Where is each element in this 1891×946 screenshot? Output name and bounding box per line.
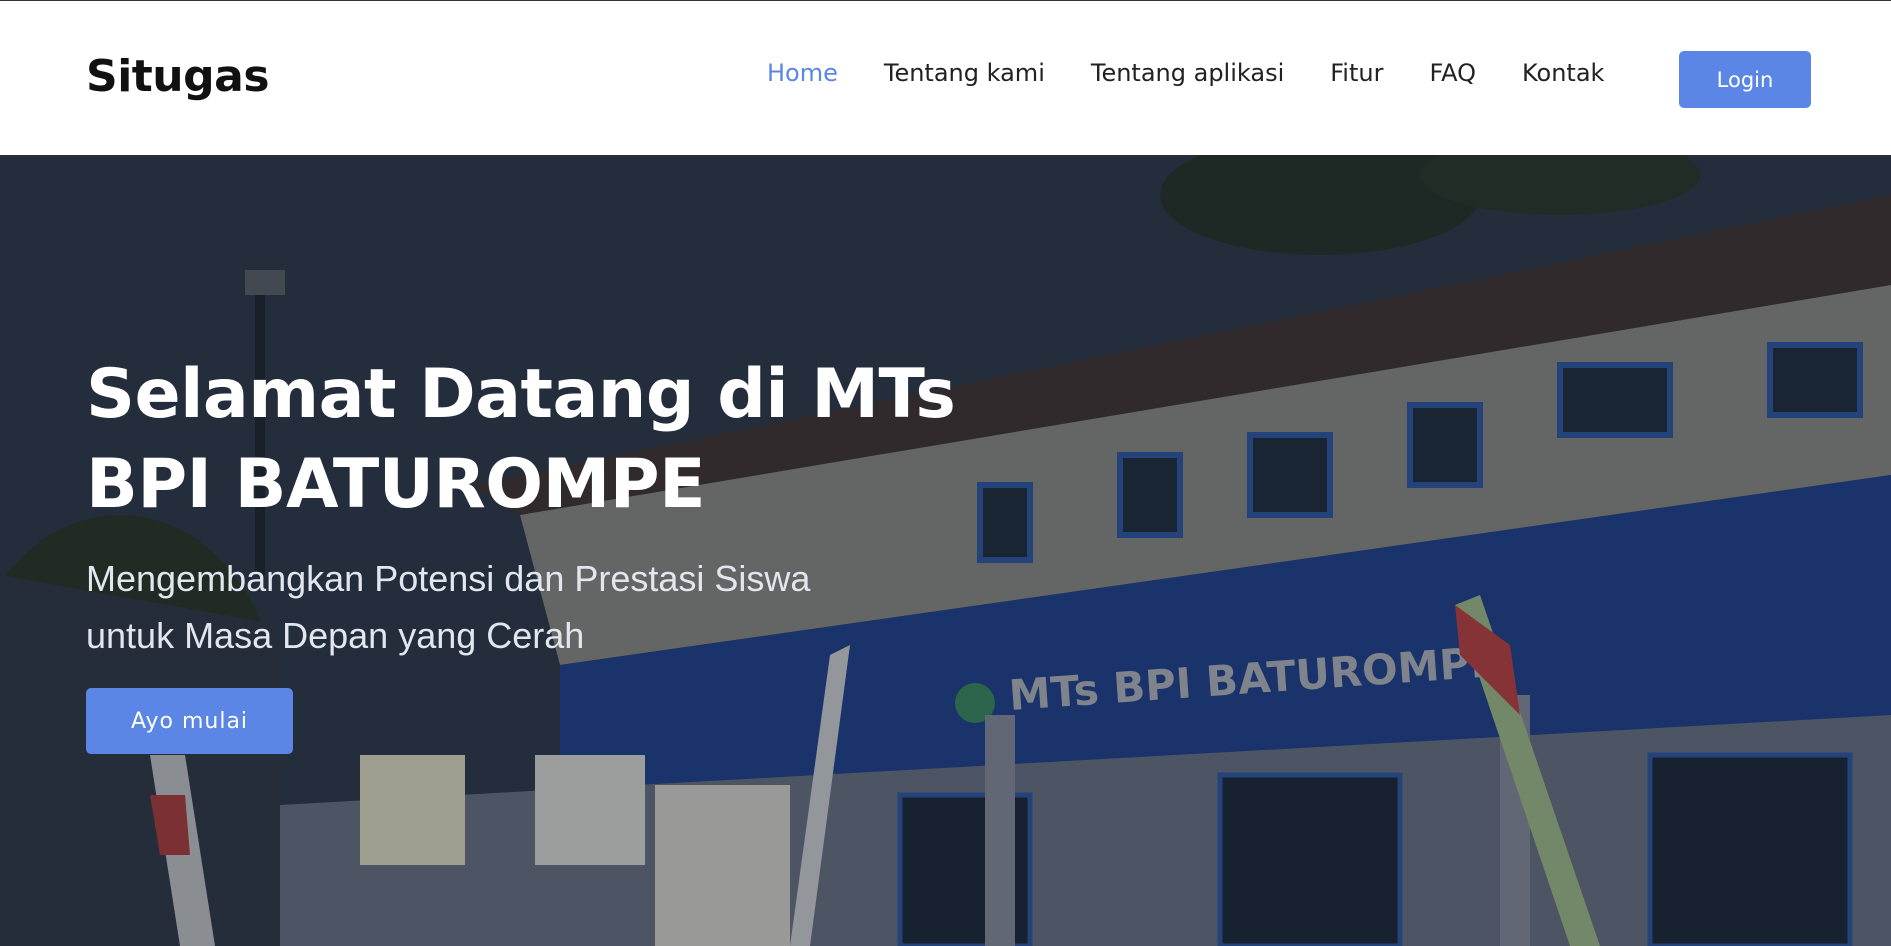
main-nav: Home Tentang kami Tentang aplikasi Fitur… <box>767 59 1650 87</box>
hero-subtitle: Mengembangkan Potensi dan Prestasi Siswa… <box>86 550 846 664</box>
hero-title-line1: Selamat Datang di MTs <box>86 355 956 434</box>
navbar: Situgas Home Tentang kami Tentang aplika… <box>0 1 1891 154</box>
nav-faq[interactable]: FAQ <box>1429 59 1476 87</box>
hero-title: Selamat Datang di MTs BPI BATUROMPE <box>86 350 986 530</box>
nav-kontak[interactable]: Kontak <box>1522 59 1604 87</box>
login-button[interactable]: Login <box>1679 51 1811 108</box>
nav-fitur[interactable]: Fitur <box>1330 59 1383 87</box>
hero-subtitle-line1: Mengembangkan Potensi dan Prestasi Siswa <box>86 558 811 599</box>
cta-button[interactable]: Ayo mulai <box>86 688 293 754</box>
hero-subtitle-line2: untuk Masa Depan yang Cerah <box>86 615 585 656</box>
nav-tentang-kami[interactable]: Tentang kami <box>884 59 1045 87</box>
hero-title-line2: BPI BATUROMPE <box>86 445 706 524</box>
nav-tentang-aplikasi[interactable]: Tentang aplikasi <box>1091 59 1284 87</box>
brand-logo[interactable]: Situgas <box>86 51 270 102</box>
hero-section: MTs BPI BATUROMPE Selamat Datang di MTs … <box>0 155 1891 946</box>
hero-content: Selamat Datang di MTs BPI BATUROMPE Meng… <box>86 350 986 664</box>
nav-home[interactable]: Home <box>767 59 838 87</box>
